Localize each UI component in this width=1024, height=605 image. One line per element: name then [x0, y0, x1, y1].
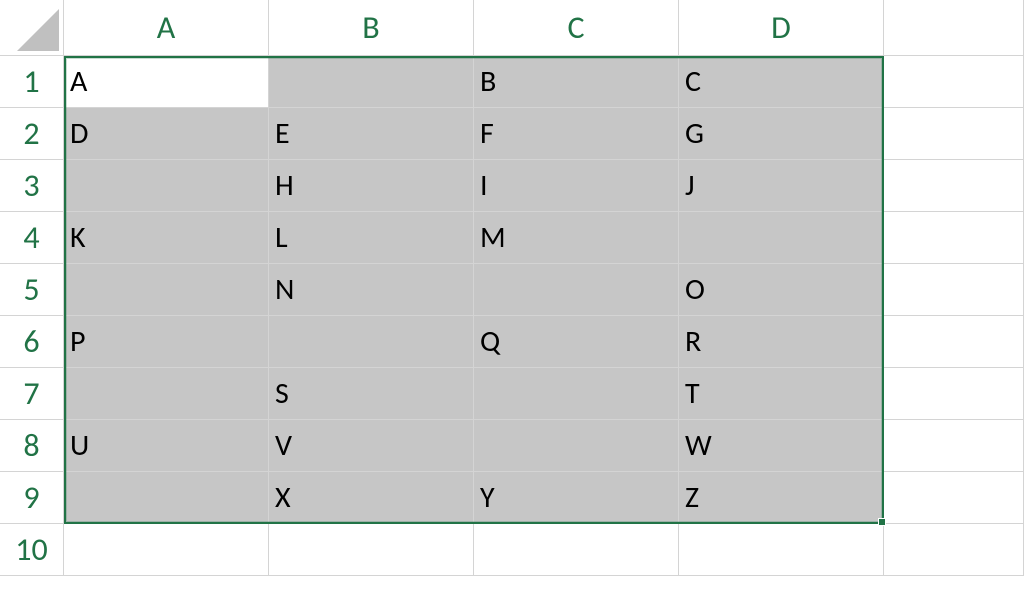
cell-C4[interactable]: M [474, 212, 679, 264]
cell-B6[interactable] [269, 316, 474, 368]
cell-A10[interactable] [64, 524, 269, 576]
cell-C3[interactable]: I [474, 160, 679, 212]
cell-D8[interactable]: W [679, 420, 884, 472]
cell-extra[interactable] [884, 160, 1024, 212]
cell-D6[interactable]: R [679, 316, 884, 368]
cell-extra[interactable] [884, 108, 1024, 160]
cell-A3[interactable] [64, 160, 269, 212]
cell-D3[interactable]: J [679, 160, 884, 212]
row-header-10[interactable]: 10 [0, 524, 64, 576]
cell-B4[interactable]: L [269, 212, 474, 264]
cell-B1[interactable] [269, 56, 474, 108]
row-header-9[interactable]: 9 [0, 472, 64, 524]
cell-C1[interactable]: B [474, 56, 679, 108]
spreadsheet: A B C D 1 2 3 4 5 6 7 8 9 10 A B C D E F… [0, 0, 1024, 605]
table-row: A B C [64, 56, 1024, 108]
cell-D2[interactable]: G [679, 108, 884, 160]
cell-B7[interactable]: S [269, 368, 474, 420]
col-header-B[interactable]: B [269, 0, 474, 56]
select-all-corner[interactable] [0, 0, 64, 56]
grid-body: A B C D E F G H I J K L M [64, 56, 1024, 605]
cell-C10[interactable] [474, 524, 679, 576]
col-header-A[interactable]: A [64, 0, 269, 56]
cell-extra[interactable] [884, 212, 1024, 264]
table-row: U V W [64, 420, 1024, 472]
cell-D4[interactable] [679, 212, 884, 264]
cell-A2[interactable]: D [64, 108, 269, 160]
row-header-3[interactable]: 3 [0, 160, 64, 212]
cell-A9[interactable] [64, 472, 269, 524]
cell-A5[interactable] [64, 264, 269, 316]
table-row: H I J [64, 160, 1024, 212]
cell-B5[interactable]: N [269, 264, 474, 316]
cell-A1[interactable]: A [64, 56, 269, 108]
cell-D10[interactable] [679, 524, 884, 576]
cell-extra[interactable] [884, 264, 1024, 316]
cell-A4[interactable]: K [64, 212, 269, 264]
cell-C6[interactable]: Q [474, 316, 679, 368]
cell-B9[interactable]: X [269, 472, 474, 524]
column-headers: A B C D [64, 0, 1024, 56]
cell-D7[interactable]: T [679, 368, 884, 420]
cell-C2[interactable]: F [474, 108, 679, 160]
cell-extra[interactable] [884, 524, 1024, 576]
cell-extra[interactable] [884, 472, 1024, 524]
cell-A6[interactable]: P [64, 316, 269, 368]
table-row: K L M [64, 212, 1024, 264]
cell-B3[interactable]: H [269, 160, 474, 212]
cell-D5[interactable]: O [679, 264, 884, 316]
row-headers: 1 2 3 4 5 6 7 8 9 10 [0, 56, 64, 576]
cell-A8[interactable]: U [64, 420, 269, 472]
cell-C9[interactable]: Y [474, 472, 679, 524]
cell-extra[interactable] [884, 316, 1024, 368]
table-row: X Y Z [64, 472, 1024, 524]
cell-C8[interactable] [474, 420, 679, 472]
table-row: P Q R [64, 316, 1024, 368]
cell-A7[interactable] [64, 368, 269, 420]
cell-C7[interactable] [474, 368, 679, 420]
row-header-4[interactable]: 4 [0, 212, 64, 264]
cell-extra[interactable] [884, 368, 1024, 420]
col-header-C[interactable]: C [474, 0, 679, 56]
row-header-5[interactable]: 5 [0, 264, 64, 316]
col-header-D[interactable]: D [679, 0, 884, 56]
cell-B2[interactable]: E [269, 108, 474, 160]
table-row: N O [64, 264, 1024, 316]
cell-extra[interactable] [884, 420, 1024, 472]
row-header-7[interactable]: 7 [0, 368, 64, 420]
cell-D1[interactable]: C [679, 56, 884, 108]
table-row: D E F G [64, 108, 1024, 160]
cell-D9[interactable]: Z [679, 472, 884, 524]
cell-B10[interactable] [269, 524, 474, 576]
cell-extra[interactable] [884, 56, 1024, 108]
row-header-6[interactable]: 6 [0, 316, 64, 368]
col-header-extra[interactable] [884, 0, 1024, 56]
row-header-8[interactable]: 8 [0, 420, 64, 472]
table-row [64, 524, 1024, 576]
cell-C5[interactable] [474, 264, 679, 316]
table-row: S T [64, 368, 1024, 420]
cell-B8[interactable]: V [269, 420, 474, 472]
row-header-2[interactable]: 2 [0, 108, 64, 160]
row-header-1[interactable]: 1 [0, 56, 64, 108]
